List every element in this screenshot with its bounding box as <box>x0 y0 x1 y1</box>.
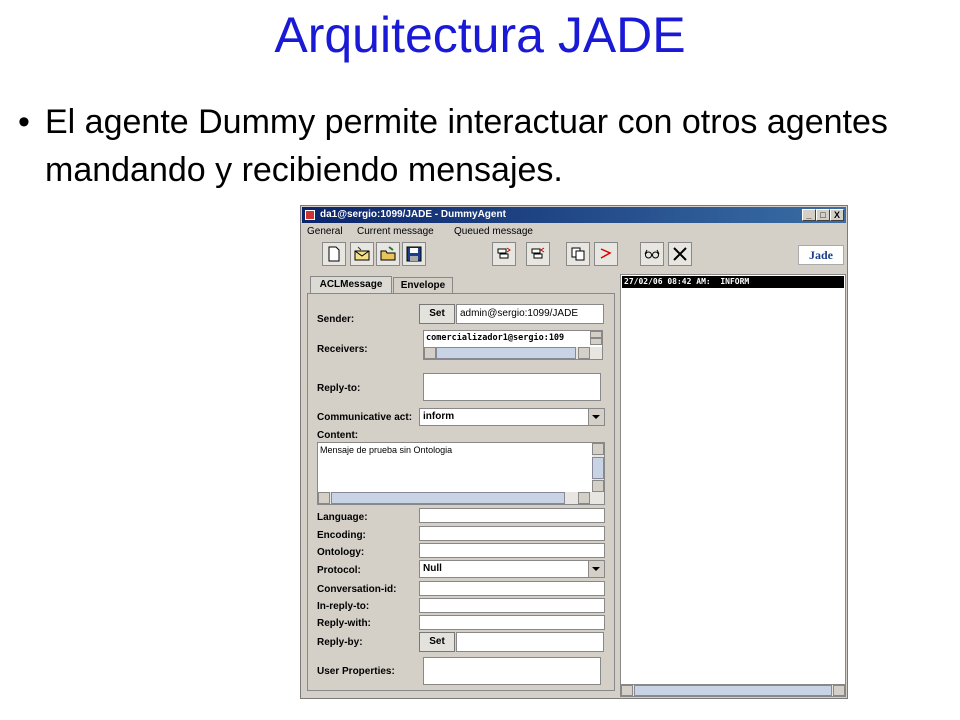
log-hscroll-thumb[interactable] <box>634 685 832 696</box>
tools-icon <box>673 247 687 261</box>
reply-by-label: Reply-by: <box>317 637 363 648</box>
chevron-down-icon[interactable] <box>588 561 604 577</box>
open-folder-icon <box>380 246 396 261</box>
protocol-label: Protocol: <box>317 565 361 576</box>
content-scroll-down[interactable] <box>592 480 604 492</box>
content-hscroll-thumb[interactable] <box>331 492 565 504</box>
open-folder-button[interactable] <box>376 242 400 266</box>
copy-icon <box>571 247 585 261</box>
ontology-label: Ontology: <box>317 547 365 558</box>
language-field[interactable] <box>419 508 605 523</box>
open-mail-icon <box>354 246 370 261</box>
dummy-agent-window: da1@sergio:1099/JADE - DummyAgent _ □ X … <box>300 205 848 699</box>
reply-by-set-button[interactable]: Set <box>419 632 455 652</box>
communicative-act-value: inform <box>423 411 455 422</box>
content-text: Mensaje de prueba sin Ontologia <box>320 445 453 455</box>
reply-with-field[interactable] <box>419 615 605 630</box>
menu-current-message[interactable]: Current message <box>357 224 434 240</box>
content-scroll-up[interactable] <box>592 443 604 455</box>
copy-button[interactable] <box>566 242 590 266</box>
content-scroll-left[interactable] <box>318 492 330 504</box>
user-properties-field[interactable] <box>423 657 601 685</box>
content-vscroll-thumb[interactable] <box>592 457 604 479</box>
view-glasses-icon <box>644 249 660 259</box>
menu-queued-message[interactable]: Queued message <box>454 224 533 240</box>
protocol-value: Null <box>423 563 442 574</box>
in-reply-to-field[interactable] <box>419 598 605 613</box>
save-icon <box>406 246 422 262</box>
tab-aclmessage[interactable]: ACLMessage <box>310 276 392 294</box>
receivers-scroll-up[interactable] <box>590 331 602 338</box>
reply-to-field[interactable] <box>423 373 601 401</box>
ontology-field[interactable] <box>419 543 605 558</box>
aclmessage-panel: Sender: Set admin@sergio:1099/JADE Recei… <box>307 293 615 691</box>
user-properties-label: User Properties: <box>317 666 395 677</box>
content-area[interactable]: Mensaje de prueba sin Ontologia <box>317 442 605 505</box>
reply-arrow-button[interactable] <box>594 242 618 266</box>
send-button[interactable] <box>492 242 516 266</box>
encoding-field[interactable] <box>419 526 605 541</box>
new-message-icon <box>328 246 340 262</box>
communicative-act-select[interactable]: inform <box>419 408 605 426</box>
send-icon <box>497 247 511 259</box>
toolbar: Jade <box>302 242 846 270</box>
app-icon <box>305 210 315 220</box>
jade-logo: Jade <box>798 245 844 265</box>
protocol-select[interactable]: Null <box>419 560 605 578</box>
tools-button[interactable] <box>668 242 692 266</box>
content-label: Content: <box>317 430 359 441</box>
menu-general[interactable]: General <box>307 224 343 240</box>
receivers-list[interactable]: comercializador1@sergio:109 <box>423 330 603 360</box>
in-reply-to-label: In-reply-to: <box>317 601 370 612</box>
communicative-act-label: Communicative act: <box>317 412 413 423</box>
receivers-hscroll-thumb[interactable] <box>436 347 576 359</box>
content-scroll-right[interactable] <box>578 492 590 504</box>
window-titlebar[interactable]: da1@sergio:1099/JADE - DummyAgent _ □ X <box>302 207 846 223</box>
sender-label: Sender: <box>317 314 355 325</box>
tab-envelope[interactable]: Envelope <box>393 277 453 294</box>
chevron-down-icon[interactable] <box>588 409 604 425</box>
bullet-dot: • <box>18 103 30 141</box>
send-reply-icon <box>531 247 545 259</box>
menubar: General Current message Queued message <box>302 224 846 240</box>
log-entry[interactable]: 27/02/06 08:42 AM: INFORM <box>622 276 844 288</box>
slide-title: Arquitectura JADE <box>274 7 686 63</box>
log-scroll-right[interactable] <box>833 685 845 696</box>
new-message-button[interactable] <box>322 242 346 266</box>
view-button[interactable] <box>640 242 664 266</box>
reply-to-label: Reply-to: <box>317 383 361 394</box>
bullet-text: El agente Dummy permite interactuar con … <box>45 103 888 189</box>
close-button[interactable]: X <box>830 209 844 221</box>
receivers-value: comercializador1@sergio:109 <box>426 333 565 343</box>
open-mail-button[interactable] <box>350 242 374 266</box>
receivers-scroll-left[interactable] <box>424 347 436 359</box>
receivers-scroll-down[interactable] <box>590 338 602 345</box>
encoding-label: Encoding: <box>317 530 366 541</box>
reply-by-field[interactable] <box>456 632 604 652</box>
log-hscroll[interactable] <box>620 684 846 697</box>
window-title: da1@sergio:1099/JADE - DummyAgent <box>320 209 506 220</box>
log-scroll-left[interactable] <box>621 685 633 696</box>
conversation-id-label: Conversation-id: <box>317 584 397 595</box>
sender-set-button[interactable]: Set <box>419 304 455 324</box>
message-log[interactable]: 27/02/06 08:42 AM: INFORM <box>620 274 846 690</box>
save-button[interactable] <box>402 242 426 266</box>
receivers-label: Receivers: <box>317 344 368 355</box>
conversation-id-field[interactable] <box>419 581 605 596</box>
maximize-button[interactable]: □ <box>816 209 830 221</box>
send-reply-button[interactable] <box>526 242 550 266</box>
reply-arrow-icon <box>600 248 612 259</box>
sender-field[interactable]: admin@sergio:1099/JADE <box>456 304 604 324</box>
language-label: Language: <box>317 512 368 523</box>
receivers-scroll-right[interactable] <box>578 347 590 359</box>
reply-with-label: Reply-with: <box>317 618 371 629</box>
minimize-button[interactable]: _ <box>802 209 816 221</box>
